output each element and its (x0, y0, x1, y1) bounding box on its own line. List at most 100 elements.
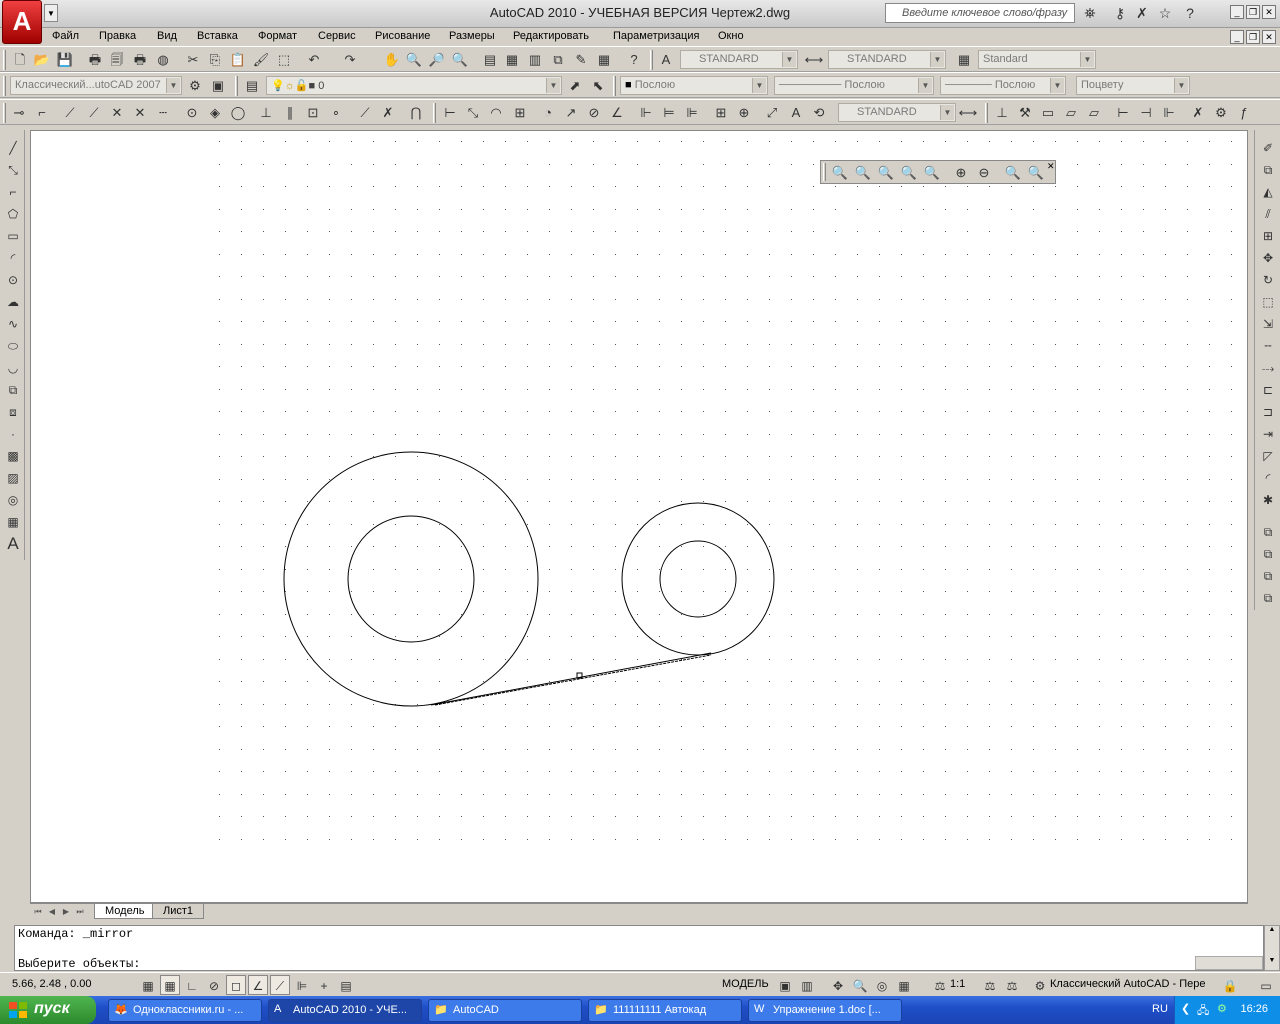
design-center-icon[interactable]: ▦ (502, 50, 522, 69)
show-dynamic-icon[interactable]: ⊩ (1159, 103, 1179, 122)
command-scrollbar[interactable]: ▲ ▼ (1264, 925, 1280, 971)
fx-icon[interactable]: ƒ (1234, 103, 1254, 122)
cut-icon[interactable]: ✂ (183, 50, 203, 69)
menu-draw[interactable]: Рисование (375, 30, 430, 42)
snap-endpoint-icon[interactable]: ⟋ (60, 103, 80, 122)
snap-none-icon[interactable]: ✗ (378, 103, 398, 122)
menu-format[interactable]: Формат (258, 30, 297, 42)
dim-baseline-icon[interactable]: ⊨ (659, 103, 679, 122)
extend-icon[interactable]: ⤏ (1258, 358, 1278, 378)
table-icon[interactable]: ▦ (3, 512, 23, 532)
zoom-extents-icon[interactable]: 🔍 (1026, 163, 1046, 182)
tolerance-icon[interactable]: ⊞ (711, 103, 731, 122)
menu-file[interactable]: Файл (52, 30, 79, 42)
hatch-icon[interactable]: ▩ (3, 446, 23, 466)
offset-icon[interactable]: ⫽ (1258, 204, 1278, 224)
join-icon[interactable]: ⇥ (1258, 424, 1278, 444)
layer-previous-icon[interactable]: ⬉ (588, 76, 608, 95)
dim-diameter-icon[interactable]: ⊘ (584, 103, 604, 122)
text-style-icon[interactable]: A (656, 50, 676, 69)
toolbar-grip[interactable] (3, 76, 6, 96)
toolbar-grip[interactable] (3, 50, 6, 70)
object-snap-tracking-icon[interactable]: ⟋ (270, 975, 290, 995)
quick-view-layouts-icon[interactable]: ▣ (775, 975, 795, 995)
sheet-set-icon[interactable]: ⧉ (548, 50, 568, 69)
menu-tools[interactable]: Сервис (318, 30, 356, 42)
dim-ordinate-icon[interactable]: ⊞ (510, 103, 530, 122)
drawing-area[interactable] (30, 130, 1248, 903)
doc-restore-button[interactable]: ❐ (1246, 30, 1260, 44)
snap-parallel-icon[interactable]: ∥ (280, 103, 300, 122)
tool-palettes-icon[interactable]: ▥ (525, 50, 545, 69)
calculator-icon[interactable]: ▦ (594, 50, 614, 69)
menu-modify[interactable]: Редактировать (513, 30, 589, 42)
dim-continue-icon[interactable]: ⊫ (682, 103, 702, 122)
favorites-star-icon[interactable]: ☆ (1155, 4, 1175, 22)
open-icon[interactable]: 📂 (32, 50, 52, 69)
region-icon[interactable]: ◎ (3, 490, 23, 510)
line-icon[interactable]: ╱ (3, 138, 23, 158)
snap-midpoint-icon[interactable]: ⟋ (84, 103, 104, 122)
snap-from-icon[interactable]: ⌐ (32, 103, 52, 122)
snap-intersection-icon[interactable]: ✕ (107, 103, 127, 122)
plot-icon[interactable]: 🖶 (85, 50, 105, 69)
dynamic-input-icon[interactable]: + (314, 975, 334, 995)
temp-track-icon[interactable]: ⊸ (9, 103, 29, 122)
chamfer-icon[interactable]: ◸ (1258, 446, 1278, 466)
application-menu-button[interactable]: A (2, 0, 42, 44)
show-constraints-icon[interactable]: ▱ (1061, 103, 1081, 122)
help-button-icon[interactable]: ? (624, 50, 644, 69)
infer-constraints-icon[interactable]: ▦ (138, 975, 158, 995)
scroll-down-icon[interactable]: ▼ (1265, 957, 1279, 964)
polygon-icon[interactable]: ⬠ (3, 204, 23, 224)
snap-nearest-icon[interactable]: ⟋ (355, 103, 375, 122)
table-style-icon[interactable]: ▦ (954, 50, 974, 69)
break-at-point-icon[interactable]: ⊏ (1258, 380, 1278, 400)
prev-tab-icon[interactable]: ◀ (46, 905, 58, 918)
gradient-icon[interactable]: ▨ (3, 468, 23, 488)
snap-node-icon[interactable]: ∘ (326, 103, 346, 122)
toolbar-grip[interactable] (650, 50, 653, 70)
close-icon[interactable]: ✕ (1047, 161, 1055, 172)
satellite-icon[interactable]: ✗ (1132, 4, 1152, 22)
object-snap-icon[interactable]: ∠ (248, 975, 268, 995)
text-style-select[interactable]: STANDARD ▼ (680, 50, 798, 69)
spline-icon[interactable]: ∿ (3, 314, 23, 334)
tab-model[interactable]: Модель (94, 904, 156, 919)
move-icon[interactable]: ✥ (1258, 248, 1278, 268)
make-block-icon[interactable]: ⧈ (3, 402, 23, 422)
publish-icon[interactable]: 🖶 (130, 50, 150, 69)
dim-style-control[interactable]: STANDARD ▼ (838, 103, 956, 122)
dim-aligned-icon[interactable]: ⤡ (463, 103, 483, 122)
dim-constraint-icon[interactable]: ⊢ (1113, 103, 1133, 122)
snap-center-icon[interactable]: ⊙ (182, 103, 202, 122)
snap-insert-icon[interactable]: ⊡ (303, 103, 323, 122)
arc-icon[interactable]: ◜ (3, 248, 23, 268)
draw-order-back-icon[interactable]: ⧉ (1258, 544, 1278, 564)
block-editor-icon[interactable]: ⬚ (274, 50, 294, 69)
draw-order-front-icon[interactable]: ⧉ (1258, 522, 1278, 542)
zoom-realtime-icon[interactable]: 🔍 (404, 50, 424, 69)
coordinates-readout[interactable]: 5.66, 2.48 , 0.00 (12, 978, 92, 990)
taskbar-item-autocad[interactable]: A AutoCAD 2010 - УЧЕ... (268, 999, 422, 1022)
zoom-center-icon[interactable]: 🔍 (899, 163, 919, 182)
3d-dwf-icon[interactable]: ◍ (153, 50, 173, 69)
zoom-all-icon[interactable]: 🔍 (1003, 163, 1023, 182)
doc-close-button[interactable]: ✕ (1262, 30, 1276, 44)
zoom-out-icon[interactable]: ⊖ (974, 163, 994, 182)
binoculars-icon[interactable]: ⛯ (1080, 4, 1100, 22)
menu-window[interactable]: Окно (718, 30, 744, 42)
delete-constraints-icon[interactable]: ✗ (1188, 103, 1208, 122)
toolbar-grip[interactable] (823, 163, 826, 181)
zoom-window-icon[interactable]: 🔎 (427, 50, 447, 69)
infocenter-search-input[interactable]: Введите ключевое слово/фразу (885, 3, 1075, 23)
large-inner-circle[interactable] (347, 515, 475, 643)
layer-properties-icon[interactable]: ▤ (242, 76, 262, 95)
quick-view-drawings-icon[interactable]: ▥ (797, 975, 817, 995)
antivirus-icon[interactable]: ⚙ (1217, 1002, 1227, 1015)
lock-icon[interactable]: 🔒 (1220, 975, 1240, 995)
dim-linear-icon[interactable]: ⊢ (440, 103, 460, 122)
plot-preview-icon[interactable]: 🗐 (107, 50, 127, 69)
small-inner-circle[interactable] (659, 540, 737, 618)
redo-icon[interactable]: ↷ (340, 50, 360, 69)
